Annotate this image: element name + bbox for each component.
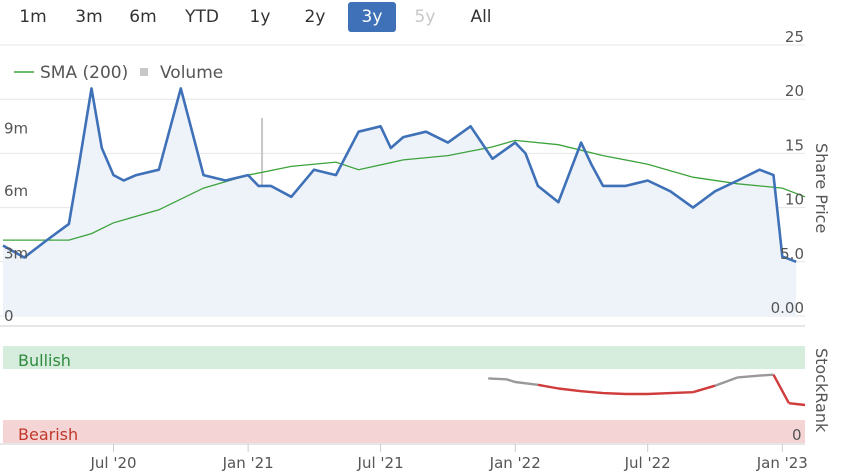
share-price-tick-label: 5.0: [780, 245, 804, 263]
volume-tick-label: 3m: [4, 244, 28, 262]
x-tick-label: Jul '20: [89, 454, 136, 472]
stock-chart: 0.00 5.0 10 15 20 25 0 3m 6m 9m Share Price SMA …: [0, 28, 831, 472]
legend: SMA (200) Volume: [14, 63, 223, 83]
bearish-band: [3, 420, 805, 443]
share-price-tick-label: 0.00: [771, 299, 804, 317]
x-tick-label: Jan '23: [756, 454, 808, 472]
volume-tick-label: 9m: [4, 119, 28, 137]
bullish-band: [3, 346, 805, 369]
legend-sma-label: SMA (200): [40, 63, 128, 83]
price-area-fill: [3, 88, 797, 317]
share-price-tick-label: 10: [785, 191, 804, 209]
volume-tick-label: 6m: [4, 182, 28, 200]
x-tick-label: Jul '21: [357, 454, 404, 472]
legend-volume-swatch: [140, 68, 148, 76]
bullish-label: Bullish: [18, 351, 71, 370]
share-price-tick-label: 20: [785, 82, 804, 100]
x-axis: Jul '20 Jan '21 Jul '21 Jan '22 Jul '22 Jan '…: [89, 444, 808, 472]
x-tick-label: Jul '22: [624, 454, 671, 472]
bearish-label: Bearish: [18, 425, 78, 444]
stockrank-tick-0: 0: [792, 426, 802, 444]
stockrank-line-bullish: [488, 373, 774, 387]
stockrank-axis-title: StockRank: [812, 348, 831, 433]
stockrank-line-bearish: [537, 374, 806, 407]
share-price-axis-title: Share Price: [812, 143, 831, 233]
legend-volume-label: Volume: [160, 63, 223, 83]
share-price-tick-label: 25: [785, 28, 804, 46]
share-price-tick-label: 15: [785, 136, 804, 154]
volume-tick-label: 0: [4, 307, 14, 325]
x-tick-label: Jan '22: [489, 454, 541, 472]
x-tick-label: Jan '21: [222, 454, 274, 472]
